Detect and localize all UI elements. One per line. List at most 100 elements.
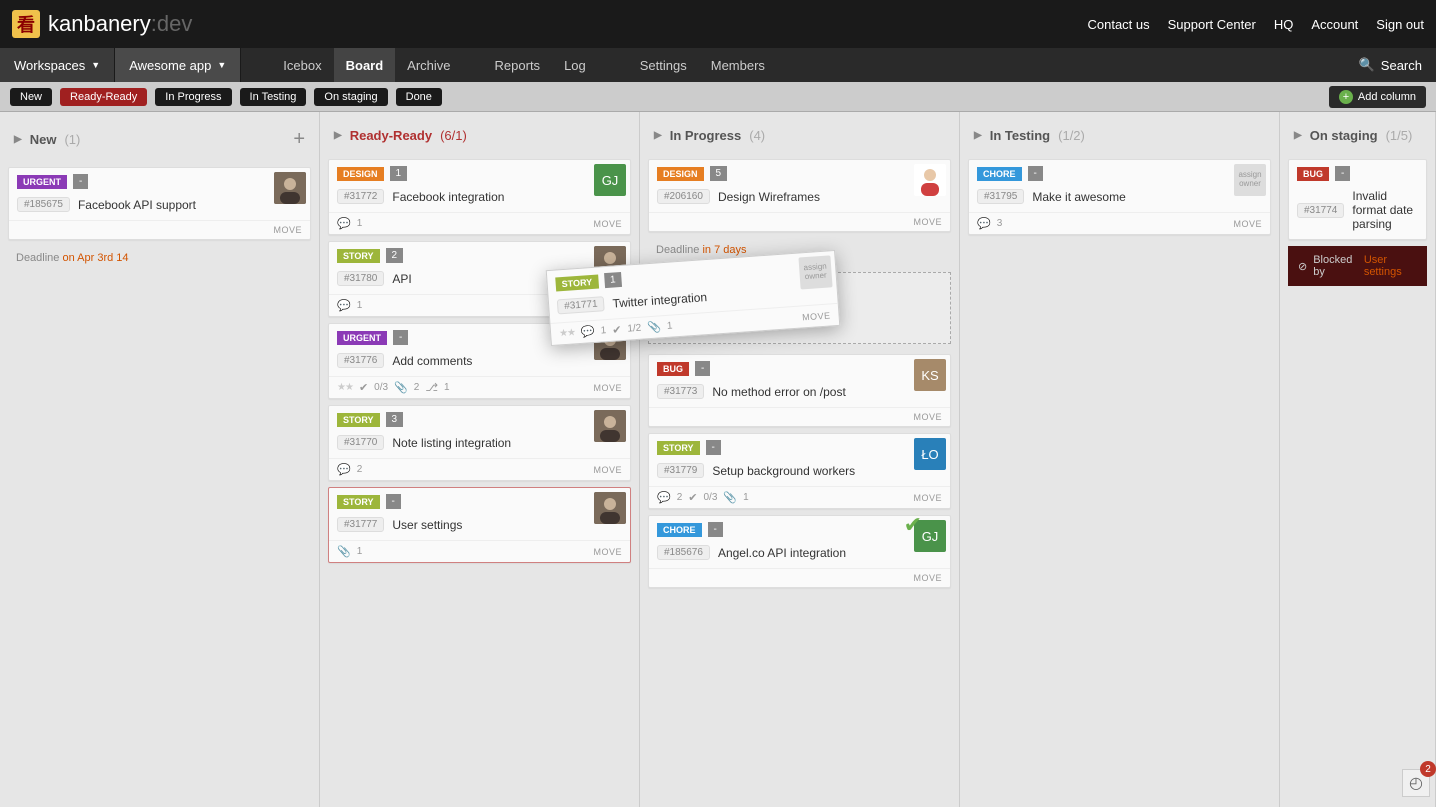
ticket-id: #31779 bbox=[657, 463, 704, 478]
card[interactable]: assign owner CHORE- #31795Make it awesom… bbox=[968, 159, 1271, 235]
tab-members[interactable]: Members bbox=[699, 48, 777, 82]
blocked-label: Blocked by bbox=[1313, 254, 1358, 278]
column-header-new[interactable]: ▶ New (1) + bbox=[0, 112, 319, 167]
column-new: ▶ New (1) + URGENT- #185675Facebook API … bbox=[0, 112, 320, 807]
assign-owner-icon[interactable]: assign owner bbox=[798, 255, 832, 289]
collapse-icon[interactable]: ▶ bbox=[334, 130, 342, 141]
comment-count: 1 bbox=[357, 300, 363, 311]
tab-settings[interactable]: Settings bbox=[628, 48, 699, 82]
nav-signout[interactable]: Sign out bbox=[1376, 17, 1424, 32]
nav-account[interactable]: Account bbox=[1311, 17, 1358, 32]
avatar-icon[interactable] bbox=[594, 492, 626, 524]
card[interactable]: BUG- #31774Invalid format date parsing bbox=[1288, 159, 1427, 240]
add-card-icon[interactable]: + bbox=[293, 128, 305, 151]
card-title: Setup background workers bbox=[712, 464, 855, 478]
card[interactable]: KS BUG- #31773No method error on /post M… bbox=[648, 354, 951, 427]
app-menu[interactable]: Awesome app▼ bbox=[115, 48, 241, 82]
filter-new[interactable]: New bbox=[10, 88, 52, 106]
nav-contact[interactable]: Contact us bbox=[1087, 17, 1149, 32]
move-button[interactable]: MOVE bbox=[913, 493, 942, 503]
type-badge: CHORE bbox=[977, 167, 1022, 181]
move-button[interactable]: MOVE bbox=[593, 465, 622, 475]
card-title: Add comments bbox=[392, 354, 472, 368]
brand-name: kanbanery:dev bbox=[48, 11, 192, 37]
points-badge: - bbox=[695, 361, 710, 376]
card[interactable]: GJ DESIGN1 #31772Facebook integration 💬1… bbox=[328, 159, 631, 235]
ticket-id: #31772 bbox=[337, 189, 384, 204]
card[interactable]: STORY3 #31770Note listing integration 💬2… bbox=[328, 405, 631, 481]
column-name: In Testing bbox=[990, 128, 1050, 143]
filter-done[interactable]: Done bbox=[396, 88, 442, 106]
subtask-count: 0/3 bbox=[703, 492, 717, 503]
tab-board[interactable]: Board bbox=[334, 48, 396, 82]
workspaces-menu[interactable]: Workspaces▼ bbox=[0, 48, 115, 82]
avatar-icon[interactable]: GJ bbox=[594, 164, 626, 196]
tab-archive[interactable]: Archive bbox=[395, 48, 462, 82]
blocked-banner: ⊘ Blocked by User settings bbox=[1288, 246, 1427, 286]
avatar-icon[interactable] bbox=[914, 164, 946, 196]
avatar-icon[interactable] bbox=[274, 172, 306, 204]
move-button[interactable]: MOVE bbox=[913, 412, 942, 422]
logo-icon: 看 bbox=[12, 10, 40, 38]
move-button[interactable]: MOVE bbox=[913, 573, 942, 583]
corner-widget[interactable]: 2 ◴ bbox=[1402, 769, 1430, 797]
collapse-icon[interactable]: ▶ bbox=[1294, 130, 1302, 141]
collapse-icon[interactable]: ▶ bbox=[14, 134, 22, 145]
filter-staging[interactable]: On staging bbox=[314, 88, 387, 106]
column-header-testing[interactable]: ▶ In Testing (1/2) bbox=[960, 112, 1279, 159]
search-button[interactable]: 🔍 Search bbox=[1345, 57, 1436, 73]
card[interactable]: DESIGN5 #206160Design Wireframes MOVE bbox=[648, 159, 951, 232]
collapse-icon[interactable]: ▶ bbox=[974, 130, 982, 141]
tab-icebox[interactable]: Icebox bbox=[271, 48, 333, 82]
move-button[interactable]: MOVE bbox=[593, 383, 622, 393]
subtask-icon: ✔ bbox=[688, 491, 697, 504]
subtask-icon: ✔ bbox=[359, 381, 368, 394]
move-button[interactable]: MOVE bbox=[913, 217, 942, 227]
move-button[interactable]: MOVE bbox=[1233, 219, 1262, 229]
card[interactable]: ✔ GJ CHORE- #185676Angel.co API integrat… bbox=[648, 515, 951, 588]
avatar-icon[interactable] bbox=[594, 410, 626, 442]
nav-hq[interactable]: HQ bbox=[1274, 17, 1294, 32]
avatar-icon[interactable]: ŁO bbox=[914, 438, 946, 470]
collapse-icon[interactable]: ▶ bbox=[654, 130, 662, 141]
card-title: User settings bbox=[392, 518, 462, 532]
filter-bar: New Ready-Ready In Progress In Testing O… bbox=[0, 82, 1436, 112]
attach-icon: 📎 bbox=[337, 545, 351, 558]
move-button[interactable]: MOVE bbox=[273, 225, 302, 235]
card[interactable]: STORY- #31777User settings 📎1MOVE bbox=[328, 487, 631, 563]
ticket-id: #31777 bbox=[337, 517, 384, 532]
comment-icon: 💬 bbox=[657, 491, 671, 504]
filter-testing[interactable]: In Testing bbox=[240, 88, 307, 106]
filter-progress[interactable]: In Progress bbox=[155, 88, 231, 106]
column-header-staging[interactable]: ▶ On staging (1/5) bbox=[1280, 112, 1435, 159]
card[interactable]: ŁO STORY- #31779Setup background workers… bbox=[648, 433, 951, 509]
move-button[interactable]: MOVE bbox=[593, 547, 622, 557]
column-count: (6/1) bbox=[440, 128, 467, 143]
comment-count: 3 bbox=[997, 218, 1003, 229]
column-header-ready[interactable]: ▶ Ready-Ready (6/1) bbox=[320, 112, 639, 159]
blocked-link[interactable]: User settings bbox=[1364, 254, 1417, 278]
column-header-progress[interactable]: ▶ In Progress (4) bbox=[640, 112, 959, 159]
workspaces-label: Workspaces bbox=[14, 58, 85, 73]
move-button[interactable]: MOVE bbox=[593, 219, 622, 229]
avatar-icon[interactable]: KS bbox=[914, 359, 946, 391]
points-badge: 5 bbox=[710, 166, 728, 181]
assign-owner-icon[interactable]: assign owner bbox=[1234, 164, 1266, 196]
card[interactable]: URGENT- #185675Facebook API support MOVE bbox=[8, 167, 311, 240]
column-name: Ready-Ready bbox=[350, 128, 432, 143]
comment-count: 2 bbox=[357, 464, 363, 475]
points-badge: 1 bbox=[390, 166, 408, 181]
ticket-id: #31795 bbox=[977, 189, 1024, 204]
nav-support[interactable]: Support Center bbox=[1168, 17, 1256, 32]
tab-log[interactable]: Log bbox=[552, 48, 598, 82]
comment-count: 1 bbox=[600, 325, 606, 336]
move-button[interactable]: MOVE bbox=[802, 310, 831, 322]
points-badge: - bbox=[708, 522, 723, 537]
tab-reports[interactable]: Reports bbox=[483, 48, 553, 82]
add-column-label: Add column bbox=[1358, 91, 1416, 103]
column-count: (1/5) bbox=[1386, 128, 1413, 143]
filter-ready[interactable]: Ready-Ready bbox=[60, 88, 147, 106]
comment-icon: 💬 bbox=[337, 299, 351, 312]
type-badge: URGENT bbox=[17, 175, 67, 189]
add-column-button[interactable]: + Add column bbox=[1329, 86, 1426, 108]
